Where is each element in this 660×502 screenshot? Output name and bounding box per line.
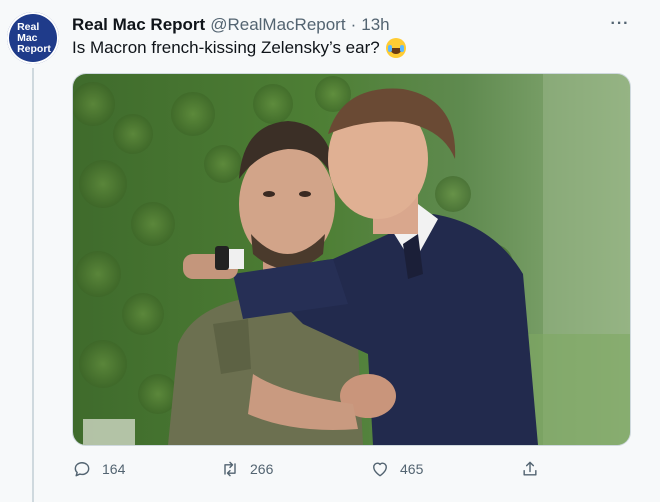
more-options-icon[interactable]: ··· xyxy=(608,12,632,36)
photo-illustration xyxy=(73,74,630,445)
author-name[interactable]: Real Mac Report xyxy=(72,15,205,35)
more-options-label: ··· xyxy=(610,15,630,32)
retweet-count: 266 xyxy=(250,461,274,477)
tweet-text: Is Macron french-kissing Zelensky’s ear? xyxy=(72,38,406,58)
tweet-actions: 164 266 465 xyxy=(72,456,552,482)
author-handle[interactable]: @RealMacReport xyxy=(210,15,345,35)
reply-icon xyxy=(74,462,90,477)
heart-icon xyxy=(373,462,387,477)
reply-button[interactable]: 164 xyxy=(72,456,125,482)
share-button[interactable] xyxy=(520,456,540,482)
avatar-label: Real Mac Report xyxy=(17,20,51,55)
like-count: 465 xyxy=(400,461,424,477)
tweet-body: Is Macron french-kissing Zelensky’s ear? xyxy=(72,38,380,57)
timestamp[interactable]: 13h xyxy=(361,15,389,35)
like-button[interactable]: 465 xyxy=(370,456,423,482)
share-icon xyxy=(523,461,537,476)
retweet-button[interactable]: 266 xyxy=(220,456,273,482)
tweet-header: Real Mac Report @RealMacReport · 13h xyxy=(72,14,390,36)
tweet-photo[interactable] xyxy=(72,73,631,446)
reply-count: 164 xyxy=(102,461,126,477)
separator-dot: · xyxy=(350,15,357,34)
avatar[interactable]: Real Mac Report xyxy=(7,12,59,64)
laughing-emoji-icon xyxy=(385,38,406,58)
retweet-icon xyxy=(224,461,236,477)
thread-line xyxy=(32,68,34,502)
